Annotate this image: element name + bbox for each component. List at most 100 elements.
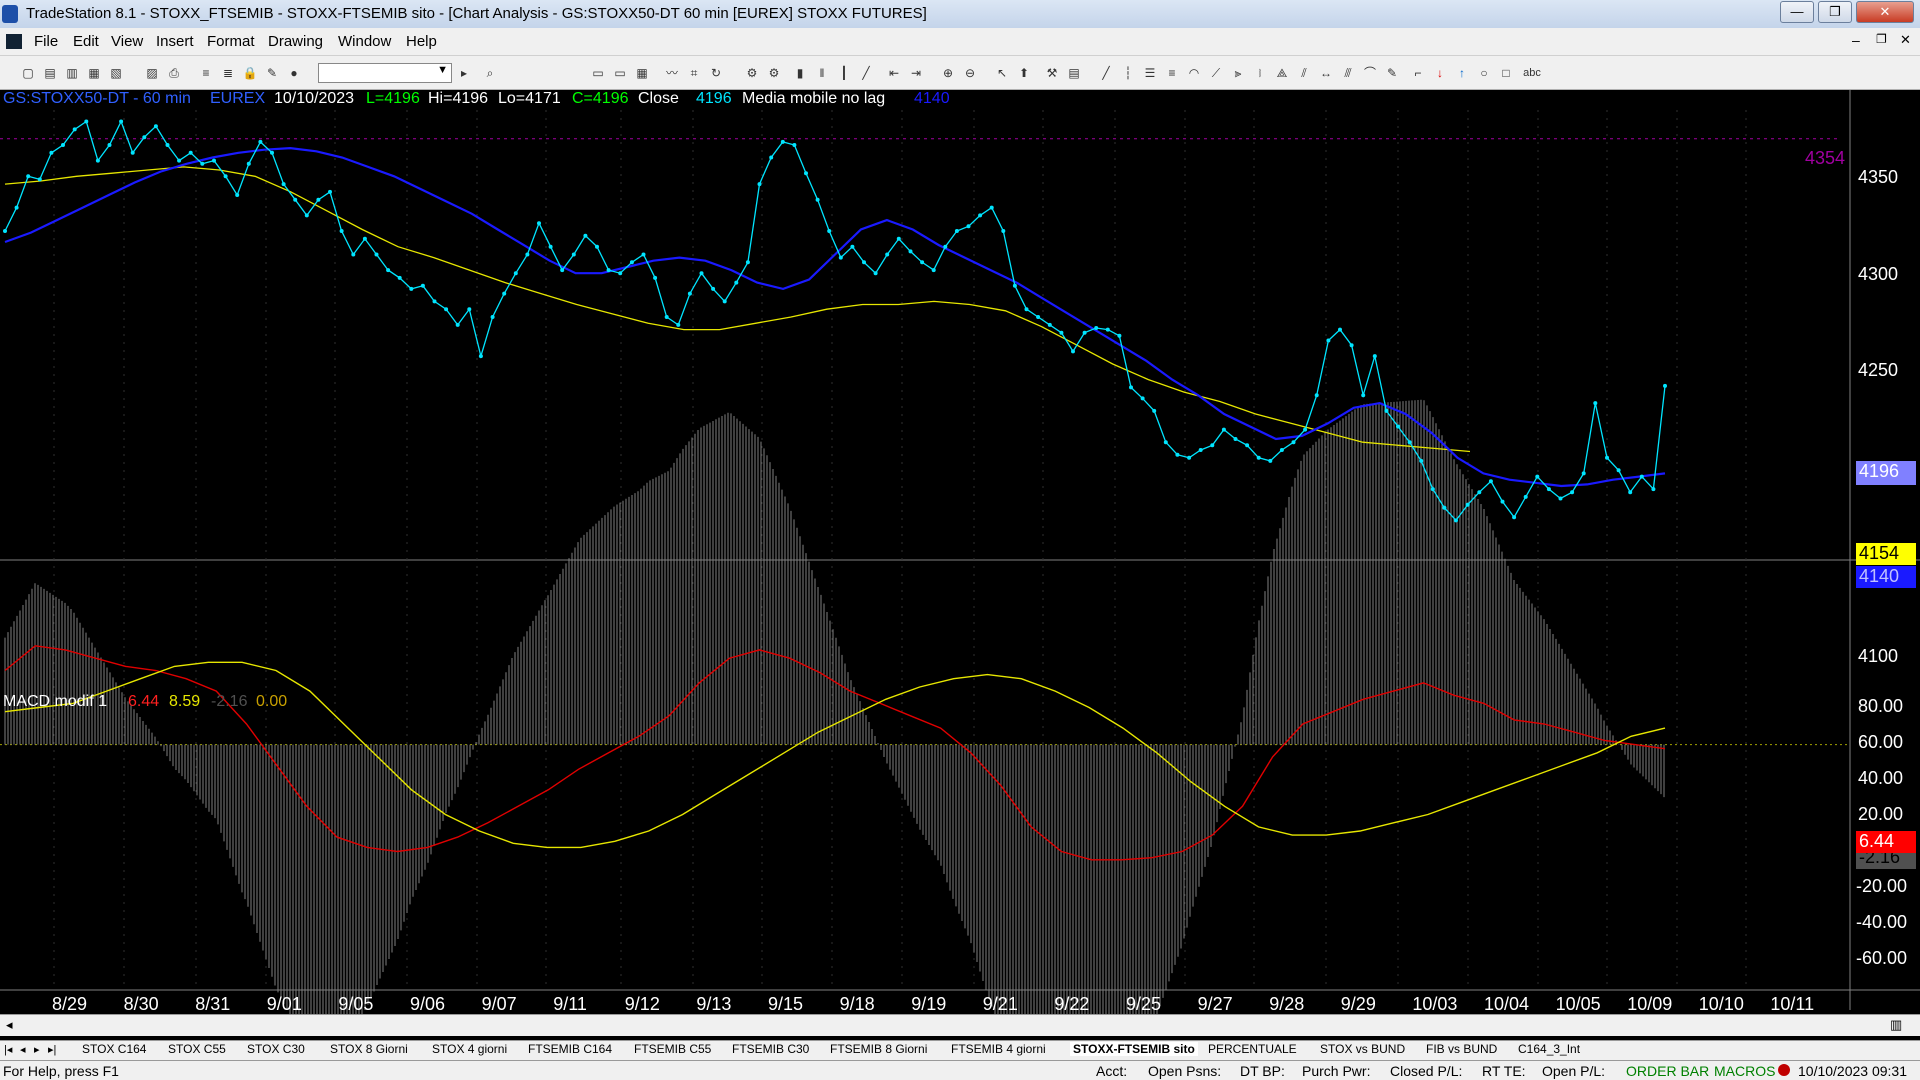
price-point	[664, 315, 669, 319]
cycles-icon[interactable]: ⌒	[1362, 65, 1378, 81]
menu-drawing[interactable]: Drawing	[268, 33, 323, 50]
tab-stox-c30[interactable]: STOX C30	[247, 1042, 305, 1056]
scroll-right-icon[interactable]: ⇥	[908, 65, 924, 81]
pointer-icon[interactable]: ↖	[994, 65, 1010, 81]
tab-stox-8-giorni[interactable]: STOX 8 Giorni	[330, 1042, 408, 1056]
tab-ftsemib-c164[interactable]: FTSEMIB C164	[528, 1042, 612, 1056]
arc-icon[interactable]: ◠	[1186, 65, 1202, 81]
andrews-pitchfork-icon[interactable]: ⫸	[1230, 65, 1246, 81]
copy-icon[interactable]: ≣	[220, 65, 236, 81]
save-icon[interactable]: ▧	[108, 65, 124, 81]
tab-nav-next-icon[interactable]: ▸	[34, 1043, 40, 1056]
chart-bars-icon[interactable]: ⌗	[686, 65, 702, 81]
tab-ftsemib-8-giorni[interactable]: FTSEMIB 8 Giorni	[830, 1042, 927, 1056]
status-macros[interactable]: MACROS	[1714, 1063, 1775, 1079]
find-icon[interactable]: ⌕	[482, 65, 498, 81]
freehand-icon[interactable]: ✎	[1384, 65, 1400, 81]
new-workspace-icon[interactable]: ▦	[86, 65, 102, 81]
arrow-down-icon[interactable]: ↓	[1432, 65, 1448, 81]
curve-icon[interactable]: ⌐	[1410, 65, 1426, 81]
chart-area[interactable]: GS:STOXX50-DT - 60 min EUREX 10/10/2023 …	[0, 90, 1920, 1020]
open-icon[interactable]: ▤	[42, 65, 58, 81]
text-tool-icon[interactable]: abc	[1520, 65, 1544, 81]
regression-icon[interactable]: ⟋	[1208, 65, 1224, 81]
line-icon[interactable]: ╱	[858, 65, 874, 81]
range-icon[interactable]: ↔	[1318, 65, 1334, 81]
trendline-icon[interactable]: ╱	[1098, 65, 1114, 81]
properties-icon[interactable]: ▤	[1066, 65, 1082, 81]
tab-stoxx-ftsemib-sito[interactable]: STOXX-FTSEMIB sito	[1070, 1042, 1198, 1056]
macd-value-3: -2.16	[211, 693, 248, 710]
tab-ftsemib-4-giorni[interactable]: FTSEMIB 4 giorni	[951, 1042, 1046, 1056]
menu-help[interactable]: Help	[406, 33, 437, 50]
chart-wave-icon[interactable]: 〰	[664, 65, 680, 81]
tab-stox-c55[interactable]: STOX C55	[168, 1042, 226, 1056]
chart-svg[interactable]	[0, 90, 1920, 1020]
tab-fib-vs-bund[interactable]: FIB vs BUND	[1426, 1042, 1497, 1056]
tab-ftsemib-c30[interactable]: FTSEMIB C30	[732, 1042, 809, 1056]
tab-ftsemib-c55[interactable]: FTSEMIB C55	[634, 1042, 711, 1056]
tab-c164-3-int[interactable]: C164_3_Int	[1518, 1042, 1580, 1056]
menu-view[interactable]: View	[111, 33, 143, 50]
channel-icon[interactable]: ⫽	[1296, 65, 1312, 81]
zoom-out-icon[interactable]: ⊖	[962, 65, 978, 81]
ellipse-icon[interactable]: ○	[1476, 65, 1492, 81]
menu-insert[interactable]: Insert	[156, 33, 194, 50]
tab-stox-c164[interactable]: STOX C164	[82, 1042, 146, 1056]
horizontal-lines-icon[interactable]: ☰	[1142, 65, 1158, 81]
maximize-button[interactable]: ❐	[1818, 1, 1852, 23]
symbol-combo[interactable]: ▼	[318, 63, 452, 83]
palette-icon[interactable]: ●	[286, 65, 302, 81]
scroll-thumb-icon[interactable]: ▥	[1890, 1017, 1902, 1033]
fib-icon[interactable]: ≡	[1164, 65, 1180, 81]
rectangle-icon[interactable]: □	[1498, 65, 1514, 81]
scroll-left-icon[interactable]: ⇤	[886, 65, 902, 81]
cut-icon[interactable]: ≡	[198, 65, 214, 81]
minimize-button[interactable]: —	[1780, 1, 1814, 23]
lock-icon[interactable]: 🔒	[242, 65, 258, 81]
print-preview-icon[interactable]: ▨	[144, 65, 160, 81]
status-order-bar[interactable]: ORDER BAR	[1626, 1063, 1709, 1079]
date-label: 9/05	[338, 994, 374, 1014]
mdi-minimize-button[interactable]: –	[1852, 32, 1860, 48]
chart-table-icon[interactable]: ▦	[634, 65, 650, 81]
menu-file[interactable]: File	[34, 33, 58, 50]
chart-window-icon[interactable]	[6, 34, 22, 49]
tab-stox-vs-bund[interactable]: STOX vs BUND	[1320, 1042, 1405, 1056]
chart-data-icon[interactable]: ▭	[612, 65, 628, 81]
open-workspace-icon[interactable]: ▥	[64, 65, 80, 81]
menu-format[interactable]: Format	[207, 33, 255, 50]
candles-icon[interactable]: ▮	[792, 65, 808, 81]
chart-style-icon[interactable]: ▭	[590, 65, 606, 81]
speed-lines-icon[interactable]: ⧘	[1252, 65, 1268, 81]
parallel-icon[interactable]: ⫻	[1340, 65, 1356, 81]
arrow-up-icon[interactable]: ↑	[1454, 65, 1470, 81]
tab-percentuale[interactable]: PERCENTUALE	[1208, 1042, 1297, 1056]
gann-fan-icon[interactable]: ⟁	[1274, 65, 1290, 81]
tab-stox-4-giorni[interactable]: STOX 4 giorni	[432, 1042, 507, 1056]
hammer-icon[interactable]: ⚒	[1044, 65, 1060, 81]
print-icon[interactable]: ⎙	[166, 65, 182, 81]
play-icon[interactable]: ▸	[456, 65, 472, 81]
price-point	[873, 271, 878, 276]
close-button[interactable]: ✕	[1856, 1, 1914, 23]
tab-nav-first-icon[interactable]: |◂	[4, 1043, 12, 1056]
data-tip-icon[interactable]: ⬆	[1016, 65, 1032, 81]
ohlc-icon[interactable]: ‖	[814, 65, 830, 81]
tab-nav-last-icon[interactable]: ▸|	[48, 1043, 56, 1056]
insert-strategy-icon[interactable]: ⚙	[744, 65, 760, 81]
menu-edit[interactable]: Edit	[73, 33, 99, 50]
horizontal-scrollbar[interactable]: ◂ ▥	[0, 1014, 1920, 1036]
mdi-restore-button[interactable]: ❐	[1876, 32, 1887, 46]
scroll-left-arrow-icon[interactable]: ◂	[6, 1017, 13, 1033]
vertical-lines-icon[interactable]: ┆	[1120, 65, 1136, 81]
zoom-in-icon[interactable]: ⊕	[940, 65, 956, 81]
menu-window[interactable]: Window	[338, 33, 391, 50]
hlc-icon[interactable]: ┃	[836, 65, 852, 81]
insert-indicator-icon[interactable]: ⚙	[766, 65, 782, 81]
tab-nav-prev-icon[interactable]: ◂	[20, 1043, 26, 1056]
new-icon[interactable]: ▢	[20, 65, 36, 81]
chart-refresh-icon[interactable]: ↻	[708, 65, 724, 81]
mdi-close-button[interactable]: ✕	[1900, 32, 1911, 48]
draw-icon[interactable]: ✎	[264, 65, 280, 81]
